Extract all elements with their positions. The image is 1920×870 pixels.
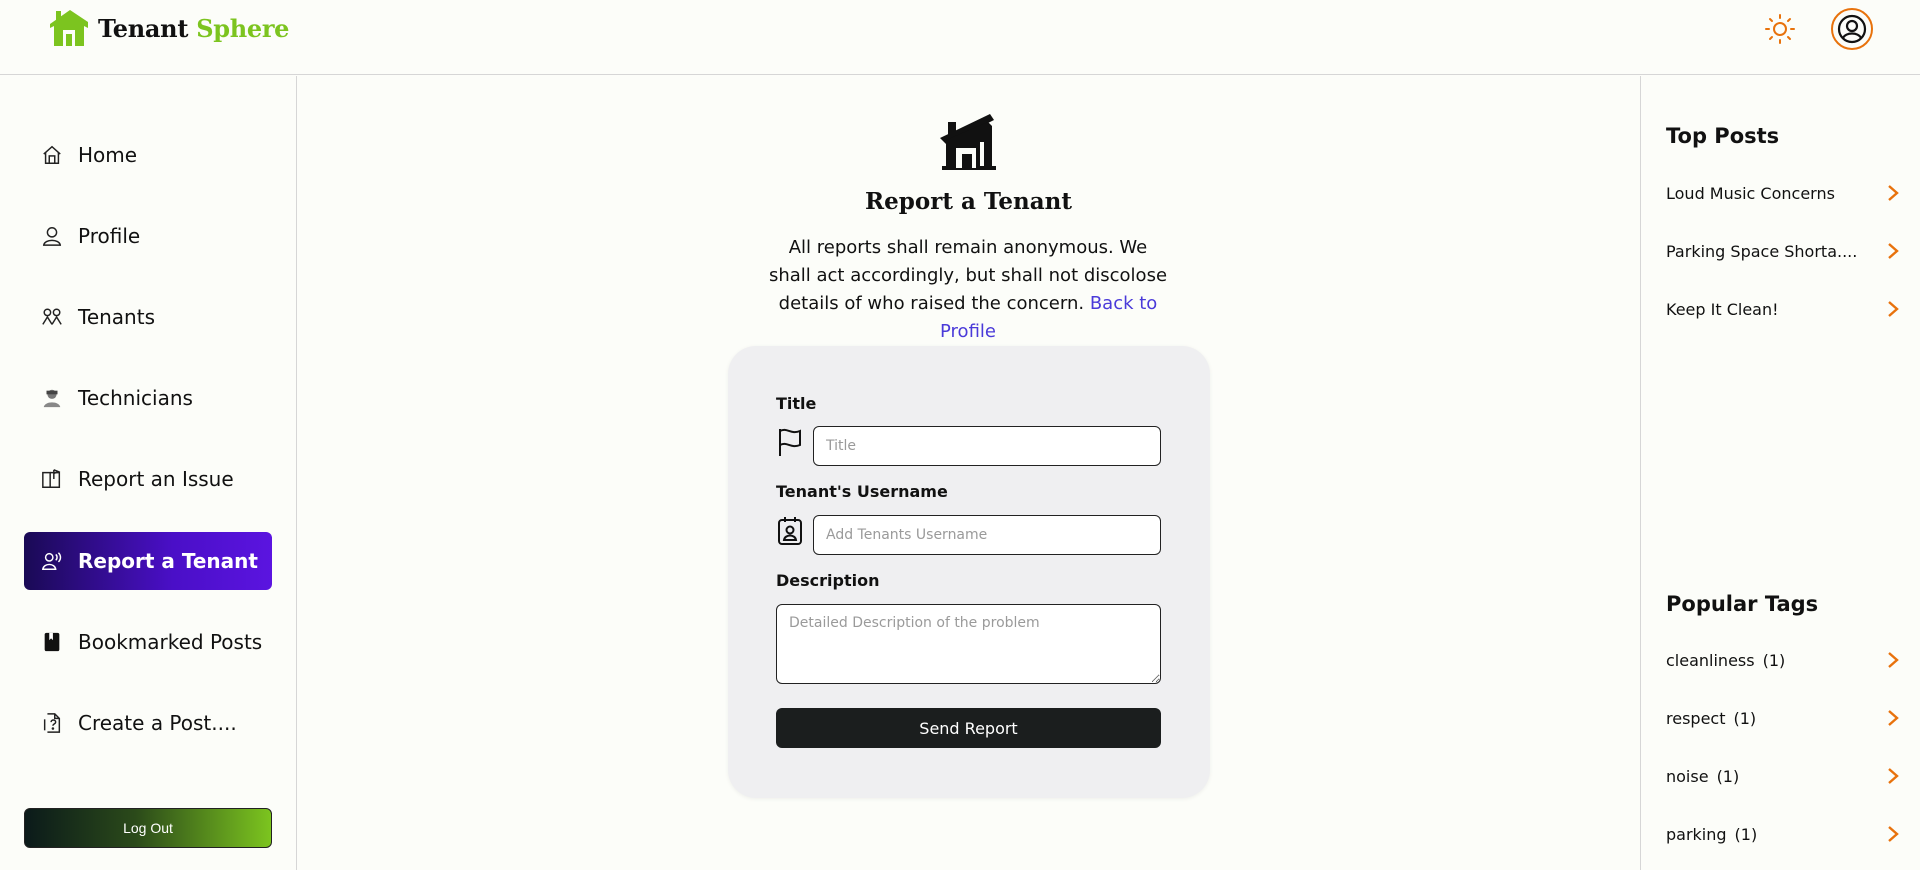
chevron-right-icon bbox=[1887, 242, 1901, 260]
sidebar-item-technicians[interactable]: Technicians bbox=[24, 369, 272, 427]
page-title: Report a Tenant bbox=[865, 188, 1072, 215]
sidebar-item-label: Tenants bbox=[78, 305, 155, 329]
tag-name: noise bbox=[1666, 766, 1709, 786]
user-icon bbox=[40, 224, 64, 248]
sun-icon bbox=[1765, 14, 1795, 44]
tag-count: (1) bbox=[1762, 650, 1786, 670]
description-label: Description bbox=[776, 571, 880, 590]
top-post-item[interactable]: Keep It Clean! bbox=[1666, 294, 1901, 324]
chevron-right-icon bbox=[1887, 651, 1901, 669]
theme-toggle-button[interactable] bbox=[1762, 11, 1798, 47]
sidebar-item-label: Report a Tenant bbox=[78, 549, 258, 573]
tag-name: cleanliness bbox=[1666, 650, 1755, 670]
sidebar-item-home[interactable]: Home bbox=[24, 126, 272, 184]
tag-count: (1) bbox=[1716, 766, 1740, 786]
file-question-icon bbox=[40, 711, 64, 735]
top-post-title: Keep It Clean! bbox=[1666, 299, 1779, 319]
tag-count: (1) bbox=[1734, 824, 1758, 844]
top-post-item[interactable]: Parking Space Shorta.... bbox=[1666, 236, 1901, 266]
brand-logo[interactable]: Tenant Sphere bbox=[48, 8, 289, 48]
chevron-right-icon bbox=[1887, 300, 1901, 318]
chevron-right-icon bbox=[1887, 184, 1901, 202]
brand-name: Tenant Sphere bbox=[98, 14, 289, 43]
sidebar-item-label: Bookmarked Posts bbox=[78, 630, 263, 654]
tag-item[interactable]: parking (1) bbox=[1666, 819, 1901, 849]
top-post-title: Loud Music Concerns bbox=[1666, 183, 1835, 203]
description-textarea[interactable] bbox=[776, 604, 1161, 684]
sidebar-item-label: Technicians bbox=[78, 386, 193, 410]
user-circle-icon bbox=[1837, 14, 1867, 44]
sidebar-item-label: Report an Issue bbox=[78, 467, 234, 491]
sidebar-item-create-post[interactable]: Create a Post.... bbox=[24, 694, 272, 752]
bookmark-book-icon bbox=[40, 630, 64, 654]
top-posts-heading: Top Posts bbox=[1666, 124, 1780, 148]
contact-card-icon bbox=[776, 515, 804, 547]
sidebar-item-label: Profile bbox=[78, 224, 141, 248]
tenant-username-input[interactable] bbox=[813, 515, 1161, 555]
right-sidebar: Top Posts Loud Music Concerns Parking Sp… bbox=[1640, 76, 1920, 870]
page-description: All reports shall remain anonymous. We s… bbox=[768, 234, 1168, 346]
username-label: Tenant's Username bbox=[776, 482, 948, 501]
sidebar-item-label: Home bbox=[78, 143, 138, 167]
top-post-item[interactable]: Loud Music Concerns bbox=[1666, 178, 1901, 208]
report-form-card: Title Tenant's Username Description Send… bbox=[728, 346, 1210, 798]
sidebar-item-bookmarked[interactable]: Bookmarked Posts bbox=[24, 613, 272, 671]
book-report-icon bbox=[40, 467, 64, 491]
flag-icon bbox=[776, 426, 804, 458]
chevron-right-icon bbox=[1887, 825, 1901, 843]
chevron-right-icon bbox=[1887, 709, 1901, 727]
top-header: Tenant Sphere bbox=[0, 0, 1920, 75]
brand-name-part2: Sphere bbox=[196, 13, 290, 43]
house-icon bbox=[938, 112, 1000, 170]
popular-tags-heading: Popular Tags bbox=[1666, 592, 1819, 616]
tag-name: parking bbox=[1666, 824, 1727, 844]
tag-count: (1) bbox=[1733, 708, 1757, 728]
logout-button[interactable]: Log Out bbox=[24, 808, 272, 848]
home-icon bbox=[40, 143, 64, 167]
tag-name: respect bbox=[1666, 708, 1726, 728]
sidebar-item-tenants[interactable]: Tenants bbox=[24, 288, 272, 346]
sidebar-item-profile[interactable]: Profile bbox=[24, 207, 272, 265]
avatar-button[interactable] bbox=[1831, 8, 1873, 50]
user-voice-icon bbox=[40, 549, 64, 573]
sidebar-item-report-issue[interactable]: Report an Issue bbox=[24, 450, 272, 508]
tag-item[interactable]: cleanliness (1) bbox=[1666, 645, 1901, 675]
house-logo-icon bbox=[50, 10, 88, 46]
title-label: Title bbox=[776, 394, 817, 413]
top-post-title: Parking Space Shorta.... bbox=[1666, 241, 1858, 261]
tag-item[interactable]: noise (1) bbox=[1666, 761, 1901, 791]
sidebar-item-report-tenant[interactable]: Report a Tenant bbox=[24, 532, 272, 590]
sidebar-item-label: Create a Post.... bbox=[78, 711, 237, 735]
title-input[interactable] bbox=[813, 426, 1161, 466]
users-icon bbox=[40, 305, 64, 329]
send-report-button[interactable]: Send Report bbox=[776, 708, 1161, 748]
chevron-right-icon bbox=[1887, 767, 1901, 785]
brand-name-part1: Tenant bbox=[98, 13, 189, 43]
tag-item[interactable]: respect (1) bbox=[1666, 703, 1901, 733]
technician-icon bbox=[40, 386, 64, 410]
